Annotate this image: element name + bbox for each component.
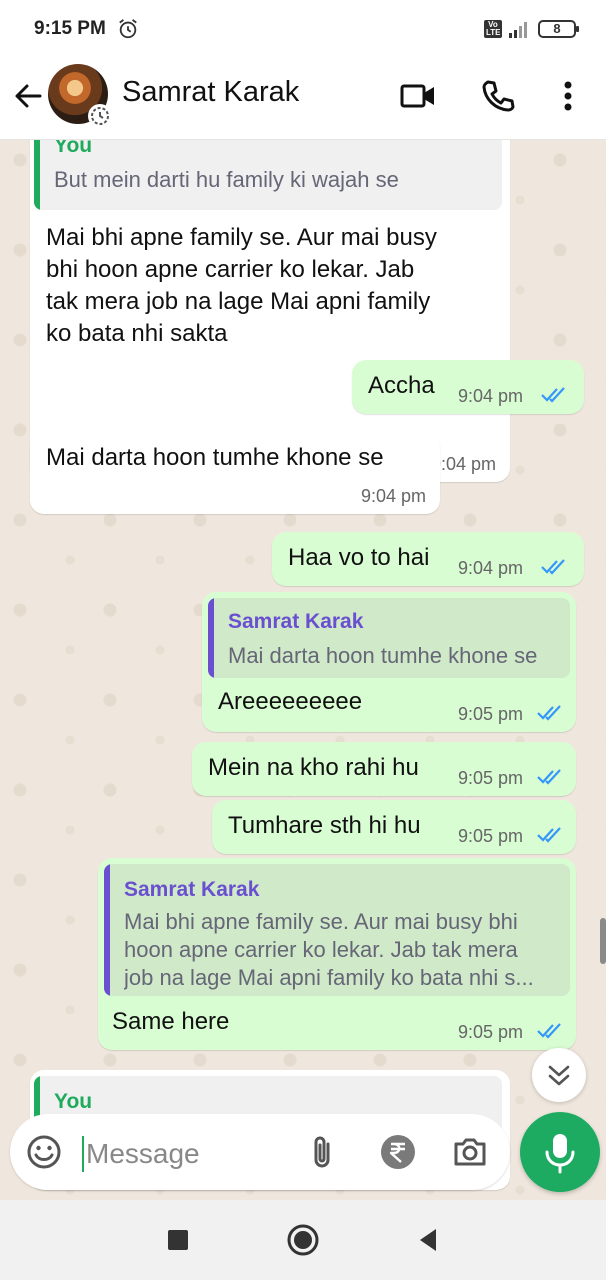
quote-bar [104,864,110,996]
read-receipt-icon [541,559,565,575]
read-receipt-icon [537,769,561,785]
scroll-down-icon [548,1065,570,1086]
quote-author: You [54,1090,93,1113]
scroll-down-button[interactable] [532,1048,586,1102]
message-outgoing[interactable]: Samrat Karak Mai bhi apne family se. Aur… [98,858,576,1050]
recent-apps-icon[interactable] [160,1222,196,1258]
message-outgoing[interactable]: Haa vo to hai 9:04 pm [272,532,584,586]
quote-text: Mai bhi apne family se. Aur mai busy bhi… [124,908,556,992]
message-text: Mai darta hoon tumhe khone se [46,444,384,471]
read-receipt-icon [537,705,561,721]
quote-line: Mai bhi apne family se. Aur mai busy bhi [124,909,518,934]
quoted-message[interactable]: Samrat Karak Mai darta hoon tumhe khone … [208,598,570,678]
quote-text: But mein darti hu family ki wajah se [54,167,399,192]
message-text: Same here [112,1008,230,1035]
message-time: 9:04 pm [430,454,496,474]
signal-icon [509,22,527,38]
message-text: Mai bhi apne family se. Aur mai busy bhi… [46,222,506,350]
message-line: ko bata nhi sakta [46,320,228,347]
message-line: bhi hoon apne carrier ko lekar. Jab [46,256,415,283]
message-text: Accha [368,372,435,399]
message-input[interactable] [82,1136,292,1172]
message-time: 9:05 pm [458,1022,524,1042]
status-timer-icon [88,104,112,128]
chat-area[interactable]: You But mein darti hu family ki wajah se… [0,140,606,1200]
camera-icon[interactable] [450,1132,490,1172]
scrollbar-handle[interactable] [600,918,606,964]
quote-text: Mai darta hoon tumhe khone se [228,643,538,668]
home-icon[interactable] [285,1222,321,1258]
message-incoming[interactable]: You But mein darti hu family ki wajah se… [30,140,510,482]
quoted-message[interactable]: You But mein darti hu family ki wajah se [34,140,502,210]
read-receipt-icon [541,387,565,403]
message-composer [10,1114,510,1190]
back-arrow-icon[interactable] [10,78,46,114]
message-text: Areeeeeeeee [218,688,363,715]
message-outgoing[interactable]: Accha 9:04 pm [352,360,584,414]
status-time: 9:15 PM [34,18,106,39]
status-bar: 9:15 PM Vo LTE 8 [0,0,606,58]
quote-author: You [54,140,93,157]
message-outgoing[interactable]: Tumhare sth hi hu 9:05 pm [212,800,576,854]
message-time: 9:04 pm [458,558,524,578]
read-receipt-icon [537,1023,561,1039]
message-time: 9:04 pm [360,486,426,506]
message-outgoing[interactable]: Samrat Karak Mai darta hoon tumhe khone … [202,592,576,732]
quote-author: Samrat Karak [228,610,364,633]
quoted-message[interactable]: Samrat Karak Mai bhi apne family se. Aur… [104,864,570,996]
message-time: 9:04 pm [458,386,524,406]
read-receipt-icon [537,827,561,843]
message-time: 9:05 pm [458,704,524,724]
quote-line: job na lage Mai apni family ko bata nhi … [124,965,534,990]
quote-bar [34,140,40,210]
contact-name[interactable]: Samrat Karak [122,76,299,109]
system-nav-bar [0,1200,606,1280]
volte-badge: Vo LTE [484,20,502,38]
rupee-icon[interactable] [378,1132,418,1172]
message-text: Tumhare sth hi hu [228,812,421,839]
message-line: Mai bhi apne family se. Aur mai busy [46,224,437,251]
message-text: Haa vo to hai [288,544,430,571]
attach-icon[interactable] [302,1132,342,1172]
back-nav-icon[interactable] [410,1222,446,1258]
message-time: 9:05 pm [458,826,524,846]
message-text: Mein na kho rahi hu [208,754,419,781]
quote-author: Samrat Karak [124,878,260,901]
chat-header: Samrat Karak [0,58,606,140]
status-indicators: Vo LTE 8 [484,18,579,40]
mic-icon [545,1134,575,1174]
emoji-icon[interactable] [24,1132,64,1172]
quote-line: hoon apne carrier ko lekar. Jab tak mera [124,937,518,962]
voice-call-icon[interactable] [478,76,518,116]
message-outgoing[interactable]: Mein na kho rahi hu 9:05 pm [192,742,576,796]
message-incoming[interactable]: Mai darta hoon tumhe khone se 9:04 pm [30,432,440,514]
mic-button[interactable] [520,1112,600,1192]
message-line: tak mera job na lage Mai apni family [46,288,431,315]
video-call-icon[interactable] [398,76,438,116]
more-options-icon[interactable] [548,76,588,116]
alarm-icon [119,19,137,39]
quote-bar [208,598,214,678]
message-time: 9:05 pm [458,768,524,788]
battery-icon: 8 [538,20,579,38]
